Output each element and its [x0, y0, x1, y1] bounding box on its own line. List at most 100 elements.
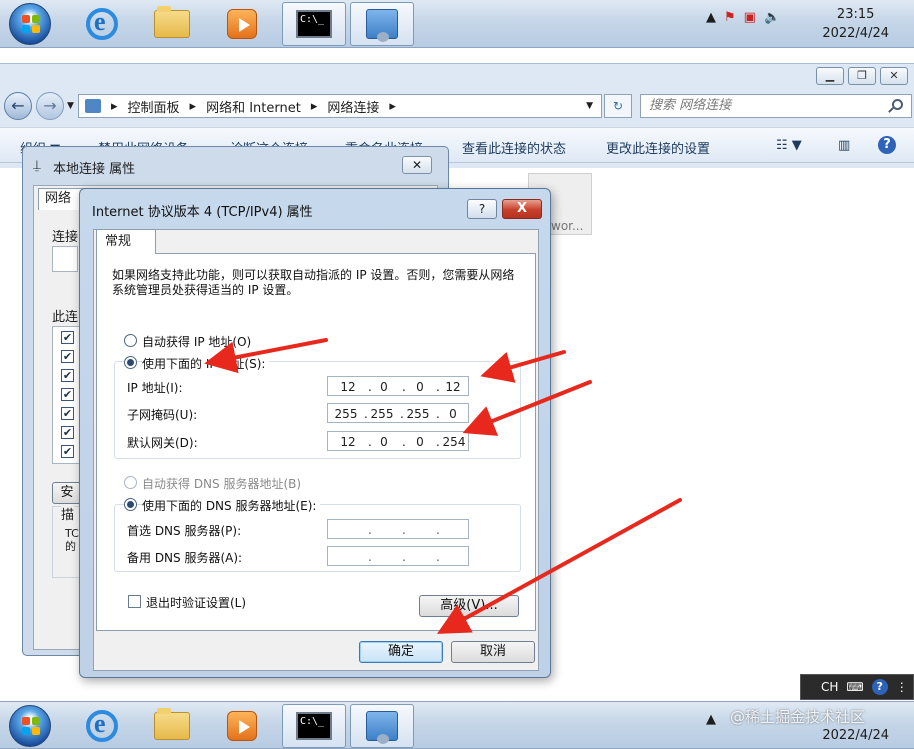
network-folder-icon [85, 99, 101, 113]
auto-dns-radio[interactable] [124, 476, 137, 489]
taskbar-media-player-button[interactable] [210, 704, 274, 748]
language-indicator[interactable]: CH [821, 680, 838, 694]
back-button[interactable]: ← [4, 92, 32, 120]
ok-button[interactable]: 确定 [359, 641, 443, 663]
tile-label: wor... [551, 219, 584, 233]
language-bar-options-icon[interactable]: ⋮ [896, 680, 908, 694]
action-center-flag-icon[interactable]: ⚑ [724, 10, 736, 25]
keyboard-icon[interactable]: ⌨ [846, 680, 863, 694]
ip-address-label: IP 地址(I): [127, 381, 183, 395]
taskbar-explorer-button[interactable] [140, 704, 204, 748]
auto-ip-radio[interactable] [124, 334, 137, 347]
internet-explorer-icon [86, 7, 118, 40]
back-dialog-close-button[interactable]: ✕ [402, 156, 432, 174]
network-adapter-icon: ⍊ [33, 158, 41, 173]
description-group: 描 TC 的 [52, 504, 82, 578]
taskbar-ie-button[interactable] [70, 2, 134, 46]
change-settings-command[interactable]: 更改此连接的设置 [606, 138, 710, 157]
items-label: 此连 [52, 310, 79, 325]
dialog-title: Internet 协议版本 4 (TCP/IPv4) 属性 [92, 205, 313, 220]
auto-dns-label: 自动获得 DNS 服务器地址(B) [142, 477, 302, 491]
breadcrumb-network-connections[interactable]: 网络连接 [327, 97, 379, 116]
item-checkbox[interactable]: ✔ [61, 426, 74, 439]
subnet-mask-label: 子网掩码(U): [127, 408, 198, 422]
address-bar[interactable]: ▸ 控制面板 ▸ 网络和 Internet ▸ 网络连接 ▸ ▼ [78, 94, 602, 118]
network-center-icon [366, 9, 398, 42]
breadcrumb-control-panel[interactable]: 控制面板 [128, 97, 180, 116]
manual-ip-radio[interactable] [124, 356, 137, 369]
preferred-dns-field[interactable]: ... [327, 519, 469, 539]
network-center-icon [366, 711, 398, 744]
taskbar-cmd-button[interactable]: C:\_ [282, 2, 346, 46]
taskbar-network-button[interactable] [350, 704, 414, 748]
maximize-button[interactable]: ❐ [848, 67, 876, 85]
clock-date: 2022/4/24 [822, 26, 889, 41]
description-label: 描 [61, 504, 75, 523]
item-checkbox[interactable]: ✔ [61, 331, 74, 344]
alternate-dns-field[interactable]: ... [327, 546, 469, 566]
language-bar[interactable]: CH ⌨ ? ⋮ [800, 674, 914, 700]
tab-general[interactable]: 常规 [96, 229, 156, 254]
ip-address-field[interactable]: 12. 0. 0. 12 [327, 376, 469, 396]
history-dropdown-icon[interactable]: ▼ [67, 101, 74, 111]
windows-logo-icon [22, 717, 40, 735]
back-dialog-title: 本地连接 属性 [53, 162, 136, 177]
breadcrumb-network-internet[interactable]: 网络和 Internet [206, 97, 301, 116]
close-button[interactable]: X [502, 199, 542, 219]
clock[interactable]: 2022/4/24 [822, 726, 889, 745]
item-checkbox[interactable]: ✔ [61, 369, 74, 382]
item-checkbox[interactable]: ✔ [61, 350, 74, 363]
preview-pane-icon[interactable]: ▥ [838, 138, 850, 153]
internet-explorer-icon [86, 709, 118, 742]
taskbar-explorer-button[interactable] [140, 2, 204, 46]
advanced-button[interactable]: 高级(V)... [419, 595, 519, 617]
show-hidden-icons-icon[interactable]: ▲ [706, 712, 716, 727]
start-button[interactable] [9, 3, 51, 45]
taskbar-media-player-button[interactable] [210, 2, 274, 46]
preferred-dns-label: 首选 DNS 服务器(P): [127, 524, 242, 538]
start-button[interactable] [9, 705, 51, 747]
forward-button[interactable]: → [36, 92, 64, 120]
close-window-button[interactable]: ✕ [880, 67, 908, 85]
ime-help-icon[interactable]: ? [871, 679, 888, 695]
volume-icon[interactable]: 🔈 [764, 10, 780, 25]
clock-time: 23:15 [836, 7, 875, 22]
item-checkbox[interactable]: ✔ [61, 407, 74, 420]
manual-dns-radio[interactable] [124, 498, 137, 511]
taskbar-network-button[interactable] [350, 2, 414, 46]
system-tray: ▲ [706, 712, 716, 727]
navigation-bar: ← → ▼ ▸ 控制面板 ▸ 网络和 Internet ▸ 网络连接 ▸ ▼ ↻… [0, 92, 914, 122]
view-status-command[interactable]: 查看此连接的状态 [462, 138, 566, 157]
connect-using-label: 连接 [52, 230, 79, 245]
taskbar-cmd-button[interactable]: C:\_ [282, 704, 346, 748]
search-icon [892, 99, 903, 110]
search-input[interactable]: 搜索 网络连接 [640, 94, 912, 118]
taskbar-ie-button[interactable] [70, 704, 134, 748]
taskbar-top: C:\_ ▲ ⚑ ▣ 🔈 23:15 2022/4/24 [0, 0, 914, 48]
show-hidden-icons-icon[interactable]: ▲ [706, 10, 716, 25]
help-icon[interactable]: ? [878, 136, 896, 154]
cancel-button[interactable]: 取消 [451, 641, 535, 663]
refresh-button[interactable]: ↻ [604, 94, 632, 118]
adapter-icon [52, 246, 78, 272]
view-options-icon[interactable]: ☷ ▼ [776, 138, 802, 153]
validate-on-exit-checkbox[interactable] [128, 595, 141, 608]
folder-icon [154, 708, 190, 740]
clock-date: 2022/4/24 [822, 728, 889, 743]
system-tray: ▲ ⚑ ▣ 🔈 [706, 10, 780, 25]
clock[interactable]: 23:15 2022/4/24 [822, 5, 889, 43]
subnet-mask-field[interactable]: 255. 255. 255. 0 [327, 403, 469, 423]
install-button[interactable]: 安 [52, 482, 82, 504]
media-player-icon [227, 711, 257, 741]
media-player-icon [227, 9, 257, 39]
item-checkbox[interactable]: ✔ [61, 445, 74, 458]
command-prompt-icon: C:\_ [296, 10, 332, 38]
minimize-button[interactable]: ▁ [816, 67, 844, 85]
address-dropdown-icon[interactable]: ▼ [586, 101, 593, 111]
folder-icon [154, 6, 190, 38]
help-button[interactable]: ? [467, 199, 497, 219]
alternate-dns-label: 备用 DNS 服务器(A): [127, 551, 243, 565]
default-gateway-field[interactable]: 12. 0. 0. 254 [327, 431, 469, 451]
item-checkbox[interactable]: ✔ [61, 388, 74, 401]
network-status-icon[interactable]: ▣ [744, 10, 756, 25]
